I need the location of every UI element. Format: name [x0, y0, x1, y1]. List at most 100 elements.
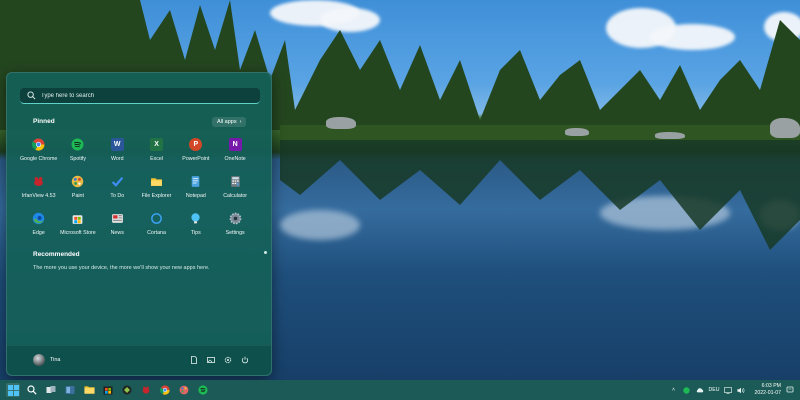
pinned-app-word[interactable]: W Word — [98, 136, 137, 173]
news-icon — [111, 212, 124, 225]
recommended-text: The more you use your device, the more w… — [33, 265, 210, 271]
app-label: Excel — [150, 156, 164, 162]
language-indicator[interactable]: DEU — [709, 387, 720, 393]
tips-icon — [189, 212, 202, 225]
app-label: Spotify — [69, 156, 87, 162]
pinned-app-irfanview[interactable]: IrfanView 4.53 — [19, 173, 58, 210]
pinned-app-tips[interactable]: Tips — [176, 210, 215, 247]
app-label: Calculator — [223, 193, 248, 199]
taskbar-file-explorer[interactable] — [82, 383, 96, 397]
app-label: Notepad — [185, 193, 206, 199]
app-label: Cortana — [147, 230, 166, 236]
start-menu-footer: Tina — [7, 345, 271, 375]
pinned-app-excel[interactable]: X Excel — [137, 136, 176, 173]
clock[interactable]: 6:03 PM 2022-01-07 — [754, 383, 781, 397]
taskbar-chrome[interactable] — [158, 383, 172, 397]
paint-icon — [179, 385, 189, 395]
start-menu: Pinned All apps › Google Chrome Spotify … — [6, 72, 272, 376]
notifications-icon[interactable] — [786, 386, 794, 394]
taskbar-paint[interactable] — [177, 383, 191, 397]
chevron-right-icon: › — [239, 119, 242, 125]
pinned-app-notepad[interactable]: Notepad — [176, 173, 215, 210]
app-label: OneNote — [224, 156, 246, 162]
pinned-app-settings[interactable]: Settings — [215, 210, 254, 247]
taskbar: ˄ DEU 6:03 PM 2022-01-07 — [0, 380, 800, 400]
pinned-app-to-do[interactable]: To Do — [98, 173, 137, 210]
power-icon[interactable] — [241, 356, 249, 364]
app-label: Microsoft Store — [60, 230, 96, 236]
pinned-heading: Pinned — [33, 118, 55, 125]
taskbar-widgets-button[interactable] — [63, 383, 77, 397]
pinned-app-news[interactable]: News — [98, 210, 137, 247]
pictures-icon[interactable] — [207, 356, 215, 364]
app-label: Edge — [32, 230, 45, 236]
store-icon — [103, 386, 113, 395]
user-account-button[interactable]: Tina — [33, 354, 61, 366]
task-view-button[interactable] — [44, 383, 58, 397]
app-label: File Explorer — [141, 193, 172, 199]
pinned-app-microsoft-store[interactable]: Microsoft Store — [58, 210, 97, 247]
recommended-heading: Recommended — [33, 251, 80, 258]
search-icon — [27, 91, 36, 100]
taskbar-search-button[interactable] — [25, 383, 39, 397]
calculator-icon — [229, 175, 242, 188]
chrome-icon — [160, 385, 170, 395]
folder-icon — [150, 175, 163, 188]
app-label: Settings — [225, 230, 245, 236]
all-apps-button[interactable]: All apps › — [212, 117, 247, 127]
folder-icon — [83, 386, 95, 394]
search-icon — [27, 385, 37, 395]
spotify-tray-icon[interactable] — [683, 386, 691, 394]
pinned-app-calculator[interactable]: Calculator — [215, 173, 254, 210]
todo-icon — [111, 175, 124, 188]
pinned-apps-grid: Google Chrome Spotify W Word X Excel P P… — [19, 136, 255, 247]
onenote-icon: N — [228, 138, 242, 151]
settings-icon — [229, 212, 242, 225]
pinned-app-cortana[interactable]: Cortana — [137, 210, 176, 247]
avatar — [33, 354, 45, 366]
pinned-app-google-chrome[interactable]: Google Chrome — [19, 136, 58, 173]
pinned-app-spotify[interactable]: Spotify — [58, 136, 97, 173]
network-icon[interactable] — [724, 386, 733, 394]
spotify-icon — [198, 385, 208, 395]
taskbar-app-greenshot[interactable] — [120, 383, 134, 397]
store-icon — [71, 212, 84, 225]
search-box[interactable] — [20, 88, 260, 104]
app-label: Tips — [190, 230, 201, 236]
app-label: Google Chrome — [19, 156, 58, 162]
notepad-icon — [189, 175, 202, 188]
paint-icon — [71, 175, 84, 188]
cortana-icon — [150, 212, 163, 225]
irfanview-icon — [32, 175, 45, 188]
pinned-app-file-explorer[interactable]: File Explorer — [137, 173, 176, 210]
widgets-icon — [65, 386, 75, 394]
pinned-app-paint[interactable]: Paint — [58, 173, 97, 210]
system-tray: ˄ DEU 6:03 PM 2022-01-07 — [670, 380, 795, 400]
cloud-icon[interactable] — [696, 386, 704, 394]
page-indicator[interactable] — [264, 251, 267, 254]
documents-icon[interactable] — [190, 356, 198, 364]
clock-time: 6:03 PM — [761, 383, 781, 389]
powerpoint-icon: P — [189, 138, 203, 151]
search-input[interactable] — [41, 92, 241, 99]
taskbar-irfanview[interactable] — [139, 383, 153, 397]
pinned-app-onenote[interactable]: N OneNote — [215, 136, 254, 173]
settings-gear-icon[interactable] — [224, 356, 232, 364]
greenshot-icon — [122, 385, 132, 395]
windows-logo-icon — [7, 384, 19, 396]
volume-icon[interactable] — [737, 386, 745, 394]
user-name: Tina — [50, 357, 61, 363]
app-label: IrfanView 4.53 — [21, 193, 56, 199]
pinned-app-powerpoint[interactable]: P PowerPoint — [176, 136, 215, 173]
app-label: Paint — [71, 193, 84, 199]
spotify-icon — [71, 138, 84, 151]
irfanview-icon — [142, 386, 150, 394]
taskbar-spotify[interactable] — [196, 383, 210, 397]
app-label: Word — [110, 156, 124, 162]
chevron-up-icon[interactable]: ˄ — [670, 386, 678, 394]
all-apps-label: All apps — [217, 119, 237, 125]
pinned-app-edge[interactable]: Edge — [19, 210, 58, 247]
start-button[interactable] — [6, 383, 20, 397]
taskbar-store[interactable] — [101, 383, 115, 397]
app-label: PowerPoint — [182, 156, 210, 162]
